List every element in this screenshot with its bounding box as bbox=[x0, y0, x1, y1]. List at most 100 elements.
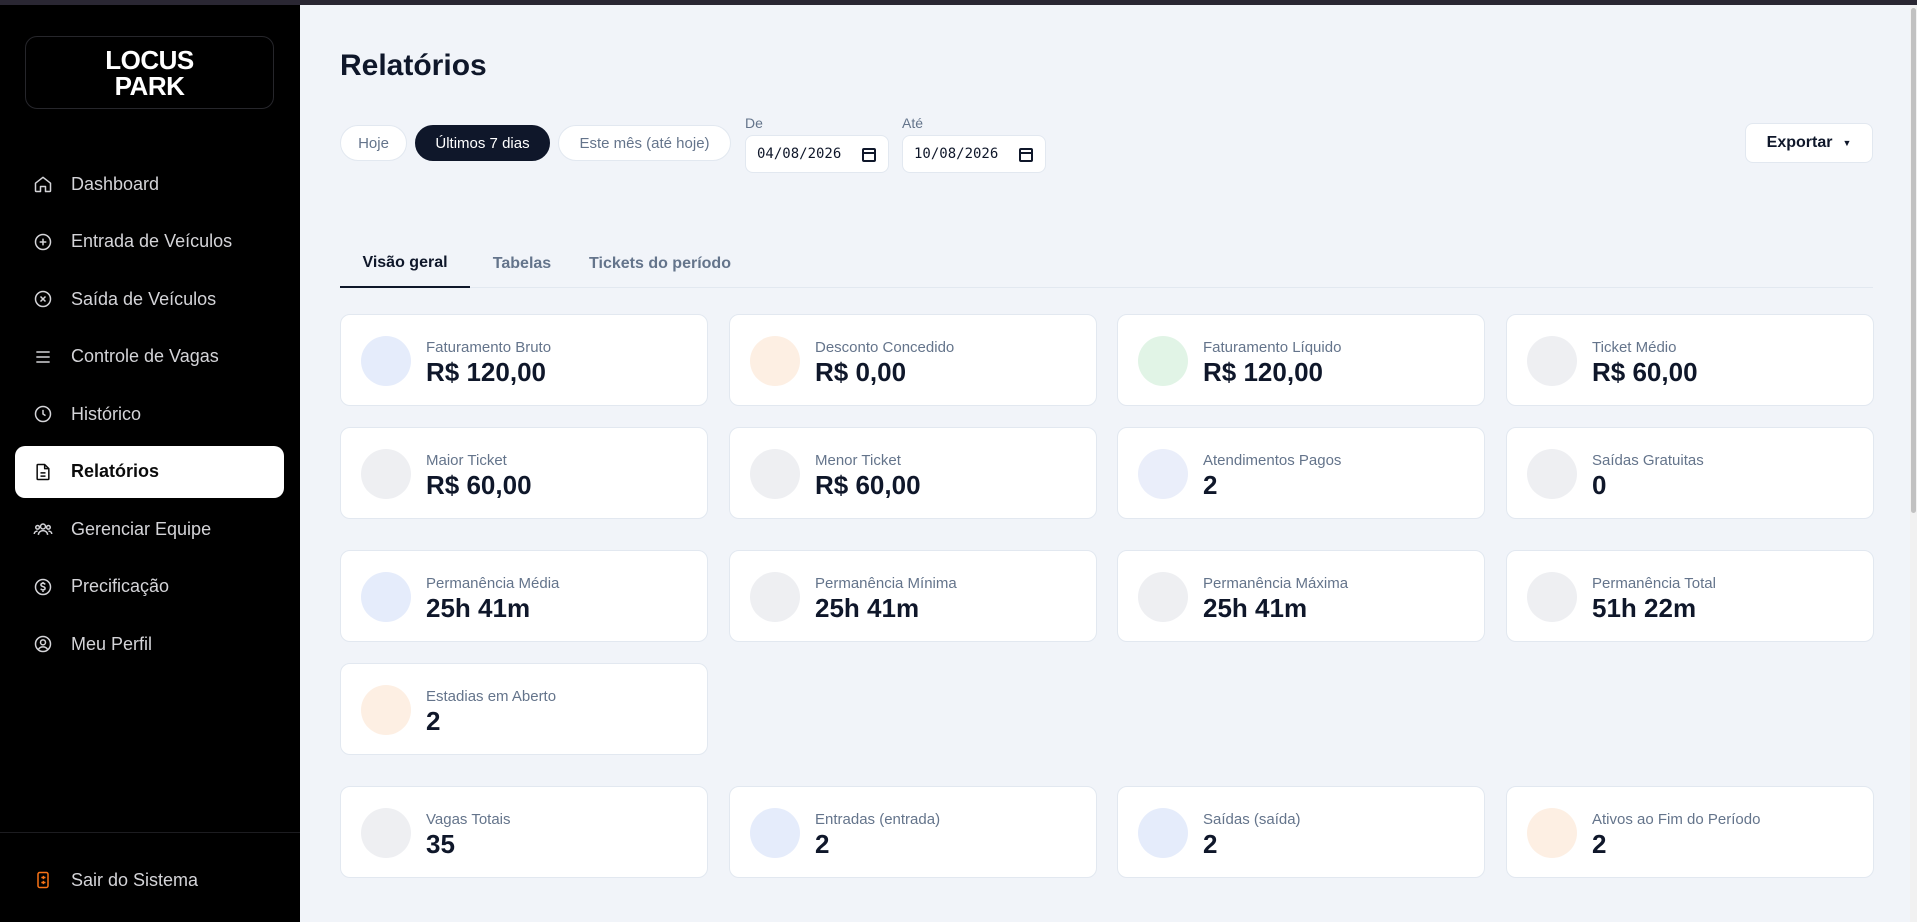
metric-icon bbox=[1138, 336, 1188, 386]
metric-icon bbox=[361, 808, 411, 858]
filter-chip-hoje[interactable]: Hoje bbox=[340, 125, 407, 161]
date-to-input[interactable]: 10/08/2026 bbox=[902, 135, 1046, 173]
metric-label: Entradas (entrada) bbox=[815, 811, 941, 828]
tabs-bar: Visão geral Tabelas Tickets do período bbox=[340, 240, 1873, 288]
user-circle-icon bbox=[33, 634, 53, 654]
metric-value: R$ 120,00 bbox=[1203, 357, 1323, 387]
date-from-input[interactable]: 04/08/2026 bbox=[745, 135, 889, 173]
metric-card: Entradas (entrada) 2 bbox=[729, 786, 1097, 878]
main-content: Relatórios Hoje Últimos 7 dias Este mês … bbox=[300, 5, 1917, 922]
sidebar-item-historico[interactable]: Histórico bbox=[15, 388, 284, 440]
metric-icon bbox=[361, 685, 411, 735]
date-from-value: 04/08/2026 bbox=[757, 146, 842, 162]
logo-line-2: PARK bbox=[114, 70, 185, 101]
export-button[interactable]: Exportar ▼ bbox=[1745, 123, 1873, 163]
sidebar-item-relatorios[interactable]: Relatórios bbox=[15, 445, 284, 498]
metric-value: 0 bbox=[1592, 470, 1607, 500]
sidebar-item-label: Gerenciar Equipe bbox=[71, 518, 212, 539]
metric-label: Faturamento Líquido bbox=[1203, 339, 1342, 356]
scrollbar-thumb[interactable] bbox=[1911, 8, 1916, 513]
calendar-icon[interactable] bbox=[862, 148, 876, 162]
metric-label: Permanência Mínima bbox=[815, 575, 957, 592]
metric-value: 25h 41m bbox=[426, 593, 531, 623]
metric-value: R$ 60,00 bbox=[815, 470, 921, 500]
tab-visao-geral[interactable]: Visão geral bbox=[340, 240, 470, 288]
logo[interactable]: LOCUS PARK bbox=[25, 36, 274, 109]
plus-circle-icon bbox=[33, 232, 53, 252]
calendar-icon[interactable] bbox=[1019, 148, 1033, 162]
metric-value: R$ 60,00 bbox=[426, 470, 532, 500]
sidebar-nav: Dashboard Entrada de Veículos Saída de V… bbox=[15, 158, 284, 676]
metric-card: Desconto Concedido R$ 0,00 bbox=[729, 314, 1097, 406]
sidebar-item-gerenciar-equipe[interactable]: Gerenciar Equipe bbox=[15, 503, 284, 555]
sidebar-item-controle-vagas[interactable]: Controle de Vagas bbox=[15, 331, 284, 383]
x-circle-icon bbox=[33, 289, 53, 309]
metric-value: 51h 22m bbox=[1592, 593, 1697, 623]
metric-label: Faturamento Bruto bbox=[426, 339, 552, 356]
logout-button[interactable]: Sair do Sistema bbox=[15, 858, 284, 902]
sidebar-item-dashboard[interactable]: Dashboard bbox=[15, 158, 284, 210]
metric-card: Faturamento Bruto R$ 120,00 bbox=[340, 314, 708, 406]
tab-tabelas[interactable]: Tabelas bbox=[482, 240, 562, 288]
filter-chip-ultimos-7-dias[interactable]: Últimos 7 dias bbox=[415, 125, 550, 161]
metric-icon bbox=[1527, 572, 1577, 622]
metric-card: Permanência Total 51h 22m bbox=[1506, 550, 1874, 642]
page-title: Relatórios bbox=[340, 49, 487, 82]
metric-icon bbox=[1138, 449, 1188, 499]
metric-icon bbox=[750, 808, 800, 858]
caret-down-icon: ▼ bbox=[1842, 138, 1852, 148]
metric-value: R$ 0,00 bbox=[815, 357, 907, 387]
metric-label: Vagas Totais bbox=[426, 811, 511, 828]
date-to-label: Até bbox=[902, 115, 924, 131]
metric-icon bbox=[1527, 336, 1577, 386]
metric-icon bbox=[750, 336, 800, 386]
sidebar-item-saida[interactable]: Saída de Veículos bbox=[15, 273, 284, 325]
metric-label: Maior Ticket bbox=[426, 452, 507, 469]
metric-icon bbox=[1138, 808, 1188, 858]
users-icon bbox=[33, 519, 53, 539]
metric-card: Ticket Médio R$ 60,00 bbox=[1506, 314, 1874, 406]
logout-label: Sair do Sistema bbox=[71, 869, 199, 890]
metric-card: Atendimentos Pagos 2 bbox=[1117, 427, 1485, 519]
metric-icon bbox=[1527, 808, 1577, 858]
metric-value: 2 bbox=[426, 706, 441, 736]
metric-label: Estadias em Aberto bbox=[426, 688, 557, 705]
sidebar-item-label: Meu Perfil bbox=[71, 633, 153, 654]
sidebar-item-label: Relatórios bbox=[71, 461, 160, 481]
sidebar-item-label: Precificação bbox=[71, 576, 170, 596]
sidebar-item-label: Dashboard bbox=[71, 173, 160, 194]
date-from-label: De bbox=[745, 115, 763, 131]
file-text-icon bbox=[33, 462, 53, 482]
metric-value: R$ 120,00 bbox=[426, 357, 546, 387]
sidebar-item-label: Controle de Vagas bbox=[71, 346, 219, 366]
sidebar-item-precificacao[interactable]: Precificação bbox=[15, 561, 284, 613]
metric-value: 2 bbox=[815, 829, 830, 859]
metric-value: 35 bbox=[426, 829, 455, 859]
metric-value: 25h 41m bbox=[815, 593, 920, 623]
metric-label: Menor Ticket bbox=[815, 452, 901, 469]
home-icon bbox=[33, 174, 53, 194]
metric-icon bbox=[1527, 449, 1577, 499]
export-label: Exportar bbox=[1766, 134, 1833, 151]
sidebar-item-entrada[interactable]: Entrada de Veículos bbox=[15, 216, 284, 268]
metric-icon bbox=[750, 449, 800, 499]
metric-label: Permanência Média bbox=[426, 575, 560, 592]
logout-icon bbox=[33, 870, 53, 890]
dollar-circle-icon bbox=[33, 577, 53, 597]
metric-icon bbox=[1138, 572, 1188, 622]
metric-card: Permanência Mínima 25h 41m bbox=[729, 550, 1097, 642]
metric-label: Ativos ao Fim do Período bbox=[1592, 811, 1761, 828]
metric-card: Faturamento Líquido R$ 120,00 bbox=[1117, 314, 1485, 406]
metric-card: Permanência Média 25h 41m bbox=[340, 550, 708, 642]
sidebar-divider bbox=[0, 832, 300, 833]
tab-tickets-do-periodo[interactable]: Tickets do período bbox=[575, 240, 745, 288]
sidebar-item-meu-perfil[interactable]: Meu Perfil bbox=[15, 618, 284, 670]
metric-card: Menor Ticket R$ 60,00 bbox=[729, 427, 1097, 519]
metric-label: Permanência Total bbox=[1592, 575, 1716, 592]
metric-card: Vagas Totais 35 bbox=[340, 786, 708, 878]
metric-label: Ticket Médio bbox=[1592, 339, 1677, 356]
filter-chip-este-mes[interactable]: Este mês (até hoje) bbox=[558, 125, 731, 161]
clock-icon bbox=[33, 404, 53, 424]
metric-icon bbox=[750, 572, 800, 622]
metric-value: 2 bbox=[1203, 470, 1218, 500]
